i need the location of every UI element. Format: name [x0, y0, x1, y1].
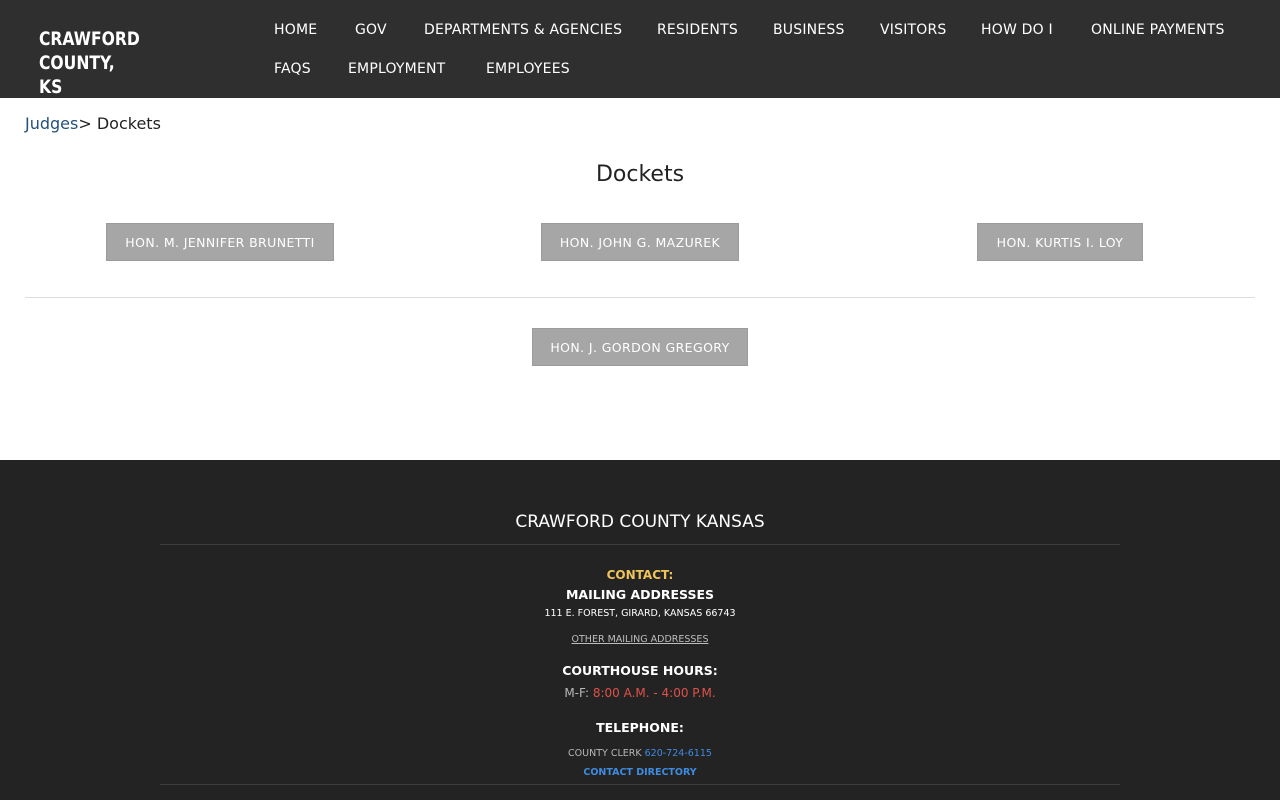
page-title: Dockets	[595, 162, 685, 187]
footer-mailing-heading: MAILING ADDRESSES	[565, 587, 715, 602]
nav-employment[interactable]: EMPLOYMENT	[348, 60, 445, 78]
site-logo[interactable]: CRAWFORD COUNTY, KS	[39, 27, 203, 99]
footer-clerk-label: COUNTY CLERK	[568, 748, 645, 759]
footer-mailing-address: 111 E. FOREST, GIRARD, KANSAS 66743	[544, 608, 736, 619]
nav-gov[interactable]: GOV	[355, 21, 387, 39]
footer-contact-directory-link[interactable]: CONTACT DIRECTORY	[583, 767, 696, 778]
logo-line-1: CRAWFORD COUNTY,	[39, 28, 140, 74]
breadcrumb-judges-link[interactable]: Judges	[25, 114, 78, 133]
footer-directory-row: CONTACT DIRECTORY	[0, 760, 1280, 779]
nav-departments-agencies[interactable]: DEPARTMENTS & AGENCIES	[424, 21, 622, 39]
footer-divider-bottom	[160, 784, 1120, 785]
footer-divider-top	[160, 544, 1120, 545]
footer-hours-days: M-F:	[564, 686, 593, 700]
footer-telephone-heading: TELEPHONE:	[596, 720, 684, 735]
logo-line-2: KS	[39, 76, 63, 98]
nav-online-payments[interactable]: ONLINE PAYMENTS	[1091, 21, 1225, 39]
footer-hours-row: M-F: 8:00 A.M. - 4:00 P.M.	[0, 682, 1280, 701]
site-footer: CRAWFORD COUNTY KANSAS CONTACT: MAILING …	[0, 460, 1280, 800]
footer-other-addresses-link[interactable]: OTHER MAILING ADDRESSES	[572, 634, 709, 645]
nav-residents[interactable]: RESIDENTS	[657, 21, 738, 39]
footer-title: CRAWFORD COUNTY KANSAS	[515, 512, 765, 532]
footer-clerk-row: COUNTY CLERK 620-724-6115	[0, 741, 1280, 760]
nav-employees[interactable]: EMPLOYEES	[486, 60, 570, 78]
judge-brunetti-button[interactable]: HON. M. JENNIFER BRUNETTI	[106, 223, 334, 261]
nav-faqs[interactable]: FAQS	[274, 60, 311, 78]
judge-gregory-button[interactable]: HON. J. GORDON GREGORY	[532, 328, 748, 366]
footer-hours-heading: COURTHOUSE HOURS:	[562, 663, 718, 678]
nav-business[interactable]: BUSINESS	[773, 21, 845, 39]
nav-how-do-i[interactable]: HOW DO I	[981, 21, 1053, 39]
judge-loy-button[interactable]: HON. KURTIS I. LOY	[977, 223, 1143, 261]
site-header: CRAWFORD COUNTY, KS HOME GOV DEPARTMENTS…	[0, 0, 1280, 98]
footer-hours-time: 8:00 A.M. - 4:00 P.M.	[592, 686, 716, 700]
judge-mazurek-button[interactable]: HON. JOHN G. MAZUREK	[541, 223, 739, 261]
footer-clerk-phone-link[interactable]: 620-724-6115	[645, 748, 712, 759]
breadcrumb-current: Dockets	[91, 114, 161, 133]
footer-other-addresses-row: OTHER MAILING ADDRESSES	[0, 627, 1280, 646]
nav-home[interactable]: HOME	[274, 21, 317, 39]
nav-visitors[interactable]: VISITORS	[880, 21, 947, 39]
breadcrumb-separator: >	[78, 114, 92, 133]
content-divider	[25, 297, 1255, 298]
breadcrumb: Judges> Dockets	[25, 114, 161, 134]
footer-contact-label: CONTACT:	[606, 568, 674, 582]
